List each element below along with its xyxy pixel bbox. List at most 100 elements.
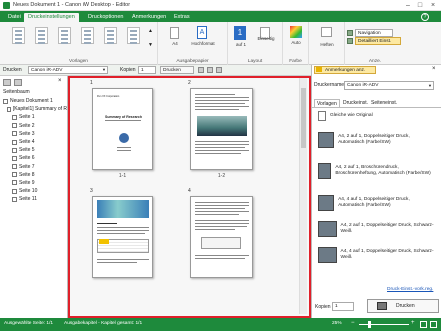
checkbox[interactable] (12, 180, 17, 186)
pages-per-sheet-icon[interactable]: 1 (234, 26, 246, 40)
checkbox[interactable] (12, 147, 17, 153)
printer-select[interactable]: Canon iR-ADV (28, 66, 108, 74)
zoom-slider-thumb[interactable] (368, 321, 371, 328)
printer-preset-icon (318, 195, 335, 211)
vertical-scrollbar[interactable] (299, 78, 307, 314)
orientation-button[interactable]: Hochformat (188, 41, 218, 46)
template-thumb[interactable] (81, 27, 94, 44)
tree-tool-icon[interactable] (14, 79, 22, 86)
checkbox[interactable] (12, 123, 17, 129)
maximize-icon[interactable]: □ (414, 1, 426, 10)
tree-page[interactable]: Seite 2 (3, 122, 67, 130)
tree-page[interactable]: Seite 8 (3, 171, 67, 179)
navigation-button[interactable]: Navigation (355, 29, 393, 37)
printer-name-select[interactable]: Canon iR-ADV (344, 81, 434, 90)
zoom-slider[interactable] (359, 324, 409, 325)
checkbox[interactable] (12, 164, 17, 170)
checkbox[interactable] (12, 196, 17, 202)
checkbox[interactable] (3, 98, 8, 104)
subtab-seiteneinst[interactable]: Seiteneinst. (369, 99, 399, 107)
chevron-down-icon[interactable]: ▼ (102, 67, 106, 72)
detail-settings-button[interactable]: Detailliert Einst. (355, 37, 401, 45)
page-thumbnail[interactable] (92, 196, 153, 278)
fit-width-icon[interactable] (430, 321, 437, 328)
scroll-up-icon[interactable]: ▲ (148, 28, 153, 34)
pages-per-sheet-button[interactable]: auf 1 (230, 42, 252, 47)
template-option[interactable]: A4, 2 auf 1, Doppelseitiger Druck, Schwa… (318, 217, 436, 241)
toolbar-icon[interactable] (198, 67, 204, 73)
checkbox[interactable] (12, 114, 17, 120)
tree-page[interactable]: Seite 3 (3, 130, 67, 138)
checkbox[interactable] (12, 155, 17, 161)
color-mode-button[interactable]: Auto (285, 40, 307, 45)
tree-chapter[interactable]: [Kapitel1] Summary of R (3, 105, 67, 113)
tab-datei[interactable]: Datei (4, 13, 25, 22)
template-thumb[interactable] (12, 27, 25, 44)
page-label: 1-2 (217, 173, 226, 179)
checkbox[interactable] (7, 106, 11, 112)
page-thumbnail[interactable] (190, 88, 253, 170)
paper-size-icon[interactable] (170, 27, 179, 39)
checkbox[interactable] (12, 172, 17, 178)
checkbox[interactable] (12, 139, 17, 145)
color-mode-icon[interactable] (290, 26, 302, 38)
toolbar-icon[interactable] (216, 67, 222, 73)
template-thumb[interactable] (104, 27, 117, 44)
scroll-down-icon[interactable]: ▼ (148, 42, 153, 48)
tree-page[interactable]: Seite 9 (3, 179, 67, 187)
close-icon[interactable]: × (432, 66, 436, 72)
save-settings-link[interactable]: Druck-Einst.-vork.reg. (387, 287, 433, 292)
zoom-out-icon[interactable]: − (351, 320, 355, 326)
group-label: Farbe (289, 59, 302, 64)
minimize-icon[interactable]: – (402, 1, 414, 10)
tree-page[interactable]: Seite 11 (3, 195, 67, 203)
tree-page[interactable]: Seite 1 (3, 113, 67, 121)
scroll-thumb[interactable] (301, 88, 306, 148)
tab-druckeinstellungen[interactable]: Druckeinstellungen (24, 13, 79, 22)
tree-tool-icon[interactable] (3, 79, 11, 86)
template-option[interactable]: A4, 4 auf 1, Doppelseitiger Druck, Autom… (318, 191, 436, 215)
zoom-in-icon[interactable]: + (411, 320, 415, 326)
tree-page[interactable]: Seite 10 (3, 187, 67, 195)
close-icon[interactable]: × (58, 78, 62, 84)
toolbar-icon[interactable] (207, 67, 213, 73)
group-vorlagen: ▲ ▼ Vorlagen (0, 22, 158, 65)
ribbon: ▲ ▼ Vorlagen A4 A Hochformat Ausgabepapi… (0, 22, 441, 65)
staple-button[interactable]: Heften (313, 42, 341, 47)
tab-extras[interactable]: Extras (170, 13, 194, 22)
checkbox[interactable] (12, 188, 17, 194)
fit-page-icon[interactable] (420, 321, 427, 328)
help-icon[interactable]: ? (421, 13, 429, 21)
tree-page[interactable]: Seite 5 (3, 146, 67, 154)
template-option[interactable]: A4, 2 auf 1, Broschürendruck, Broschüren… (318, 157, 436, 185)
copies-field[interactable]: 1 (138, 66, 156, 74)
template-option[interactable]: A4, 2 auf 1, Doppelseitiger Druck, Autom… (318, 128, 436, 152)
template-thumb[interactable] (35, 27, 48, 44)
paper-size-button[interactable]: A4 (164, 41, 186, 46)
print-button[interactable]: Drucken (160, 66, 194, 74)
printer-preset-icon (318, 132, 335, 148)
template-thumb[interactable] (127, 27, 140, 44)
tree-page[interactable]: Seite 6 (3, 154, 67, 162)
group-farbe: Auto Farbe (283, 22, 309, 65)
checkbox[interactable] (12, 131, 17, 137)
template-option[interactable]: Gleiche wie Original (318, 109, 436, 123)
page-thumbnail[interactable] (190, 196, 253, 278)
tree-page[interactable]: Seite 7 (3, 163, 67, 171)
preview-area[interactable]: 1 Pen XX Corporation Summary of Research… (68, 76, 311, 318)
staple-icon[interactable] (321, 27, 332, 37)
tab-druckoptionen[interactable]: Druckoptionen (84, 13, 127, 22)
show-annotations-button[interactable]: Anmerkungen anz. (314, 66, 376, 74)
chevron-down-icon[interactable]: ▼ (428, 83, 432, 88)
template-option[interactable]: A4, 4 auf 1, Doppelseitiger Druck, Schwa… (318, 243, 436, 267)
template-thumb[interactable] (58, 27, 71, 44)
subtab-druckeinst[interactable]: Druckeinst. (341, 99, 370, 107)
tab-anmerkungen[interactable]: Anmerkungen (128, 13, 170, 22)
page-thumbnail[interactable]: Pen XX Corporation Summary of Research (92, 88, 153, 170)
tree-root[interactable]: Neues Dokument 1 (3, 97, 67, 105)
duplex-button[interactable]: Einseitig (254, 36, 278, 41)
copies-field[interactable]: 1 (332, 302, 354, 311)
tree-page[interactable]: Seite 4 (3, 138, 67, 146)
close-icon[interactable]: × (427, 1, 439, 10)
orientation-icon[interactable]: A (197, 26, 207, 39)
